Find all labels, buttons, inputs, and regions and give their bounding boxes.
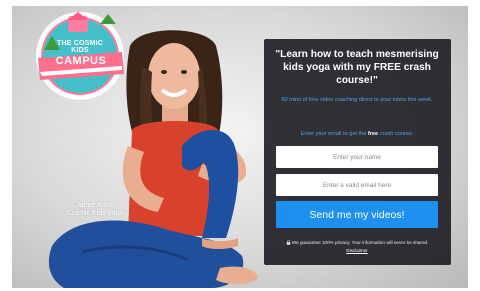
prompt-text-after: crash course: [379, 131, 414, 137]
send-videos-button[interactable]: Send me my videos! [276, 201, 438, 228]
caption-name: Jaime Amor [76, 202, 114, 209]
headline: "Learn how to teach mesmerising kids yog… [275, 49, 439, 86]
lock-icon [286, 240, 290, 245]
logo-text-top: THE COSMIC KIDS [57, 40, 103, 54]
name-input[interactable] [276, 146, 438, 168]
caption-brand: Cosmic Kids Yoga [66, 210, 124, 217]
prompt-text-before: Enter your email to get the [300, 131, 367, 137]
disclaimer-link[interactable]: Disclaimer [268, 248, 446, 253]
privacy-text: We guarantee 100% privacy. Your informat… [291, 240, 429, 245]
photo-caption: Jaime Amor Cosmic Kids Yoga [40, 202, 150, 218]
subheadline: 60 mins of free video coaching direct to… [281, 97, 433, 103]
email-prompt: Enter your email to get the free crash c… [268, 131, 446, 138]
email-input[interactable] [276, 174, 438, 196]
prompt-text-bold: free [367, 131, 379, 137]
logo-text-campus: CAMPUS [55, 55, 107, 67]
privacy-notice: We guarantee 100% privacy. Your informat… [268, 240, 446, 246]
